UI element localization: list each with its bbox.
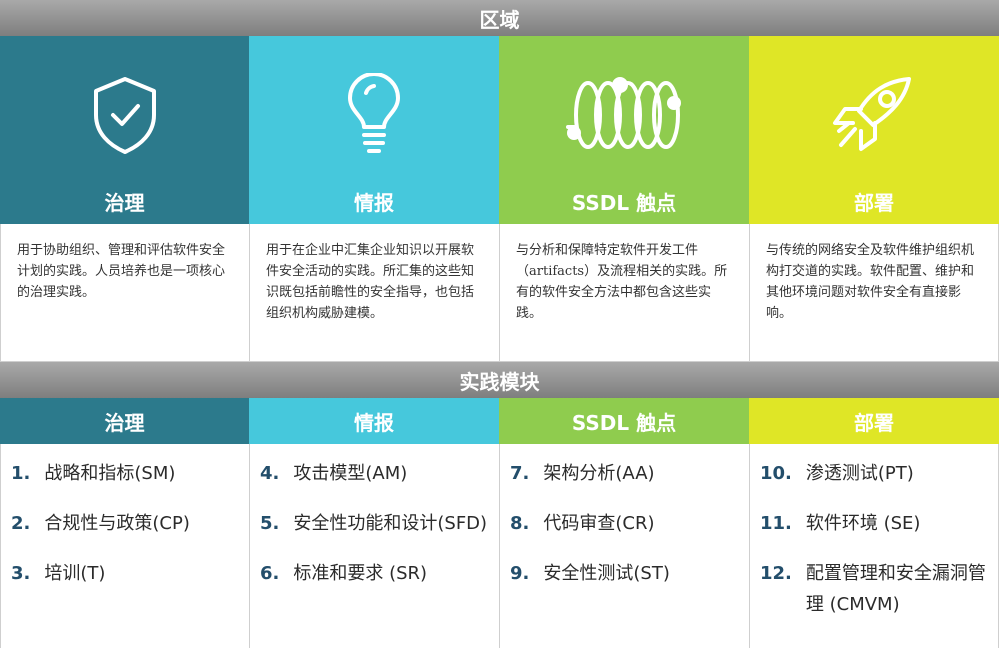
item-label: 战略和指标(SM) [44, 463, 176, 484]
item-number: 5. [260, 513, 280, 534]
list-item: 12. 配置管理和安全漏洞管理 (CMVM) [760, 558, 988, 620]
area-title: 部署 [854, 191, 894, 215]
module-header-intelligence: 情报 [249, 398, 499, 444]
module-list-governance: 1. 战略和指标(SM) 2. 合规性与政策(CP) 3. 培训(T) [0, 444, 249, 648]
item-label: 安全性测试(ST) [543, 563, 670, 584]
module-list-intelligence: 4. 攻击模型(AM) 5. 安全性功能和设计(SFD) 6. 标准和要求 (SR) [249, 444, 499, 648]
list-item: 1. 战略和指标(SM) [11, 458, 239, 489]
ssdl-framework-diagram: 区域 治理 情报 SSDL 触点 部署 用于协助组织、管理和评估软件安全计划的实… [0, 0, 999, 648]
item-label: 合规性与政策(CP) [44, 513, 190, 534]
item-number: 8. [510, 513, 530, 534]
module-header-ssdl: SSDL 触点 [499, 398, 749, 444]
list-item: 6. 标准和要求 (SR) [260, 558, 489, 589]
area-tile-deployment: 部署 [749, 36, 999, 224]
item-number: 6. [260, 563, 280, 584]
area-tile-ssdl: SSDL 触点 [499, 36, 749, 224]
item-number: 12. [760, 563, 792, 584]
list-item: 5. 安全性功能和设计(SFD) [260, 508, 489, 539]
list-item: 3. 培训(T) [11, 558, 239, 589]
item-number: 4. [260, 463, 280, 484]
item-label: 攻击模型(AM) [293, 463, 408, 484]
area-description: 与分析和保障特定软件开发工件（artifacts）及流程相关的实践。所有的软件安… [499, 224, 749, 362]
item-number: 11. [760, 513, 792, 534]
area-title: SSDL 触点 [571, 191, 677, 215]
item-number: 9. [510, 563, 530, 584]
list-item: 11. 软件环境 (SE) [760, 508, 988, 539]
item-label: 配置管理和安全漏洞管理 (CMVM) [805, 563, 986, 615]
item-label: 标准和要求 (SR) [293, 563, 428, 584]
item-number: 2. [11, 513, 31, 534]
rocket-icon [829, 55, 919, 175]
area-tile-intelligence: 情报 [249, 36, 499, 224]
areas-header: 区域 [0, 0, 999, 36]
list-item: 8. 代码审查(CR) [510, 508, 739, 539]
list-item: 10. 渗透测试(PT) [760, 458, 988, 489]
item-label: 安全性功能和设计(SFD) [293, 513, 488, 534]
area-title: 情报 [354, 191, 394, 215]
area-tile-governance: 治理 [0, 36, 249, 224]
area-description: 用于在企业中汇集企业知识以开展软件安全活动的实践。所汇集的这些知识既包括前瞻性的… [249, 224, 499, 362]
module-list-ssdl: 7. 架构分析(AA) 8. 代码审查(CR) 9. 安全性测试(ST) [499, 444, 749, 648]
area-title: 治理 [104, 191, 145, 215]
shield-check-icon [90, 55, 160, 175]
item-label: 软件环境 (SE) [805, 513, 921, 534]
area-description: 与传统的网络安全及软件维护组织机构打交道的实践。软件配置、维护和其他环境问题对软… [749, 224, 999, 362]
area-description: 用于协助组织、管理和评估软件安全计划的实践。人员培养也是一项核心的治理实践。 [0, 224, 249, 362]
list-item: 2. 合规性与政策(CP) [11, 508, 239, 539]
item-label: 渗透测试(PT) [805, 463, 914, 484]
module-list-deployment: 10. 渗透测试(PT) 11. 软件环境 (SE) 12. 配置管理和安全漏洞管理 … [749, 444, 999, 648]
item-number: 7. [510, 463, 530, 484]
item-label: 代码审查(CR) [543, 513, 655, 534]
list-item: 7. 架构分析(AA) [510, 458, 739, 489]
item-number: 3. [11, 563, 31, 584]
practices-header: 实践模块 [0, 362, 999, 398]
coil-loop-icon [562, 55, 686, 175]
lightbulb-icon [344, 55, 404, 175]
list-item: 4. 攻击模型(AM) [260, 458, 489, 489]
item-label: 架构分析(AA) [543, 463, 655, 484]
module-header-deployment: 部署 [749, 398, 999, 444]
item-label: 培训(T) [44, 563, 106, 584]
module-header-governance: 治理 [0, 398, 249, 444]
item-number: 10. [760, 463, 792, 484]
item-number: 1. [11, 463, 31, 484]
list-item: 9. 安全性测试(ST) [510, 558, 739, 589]
